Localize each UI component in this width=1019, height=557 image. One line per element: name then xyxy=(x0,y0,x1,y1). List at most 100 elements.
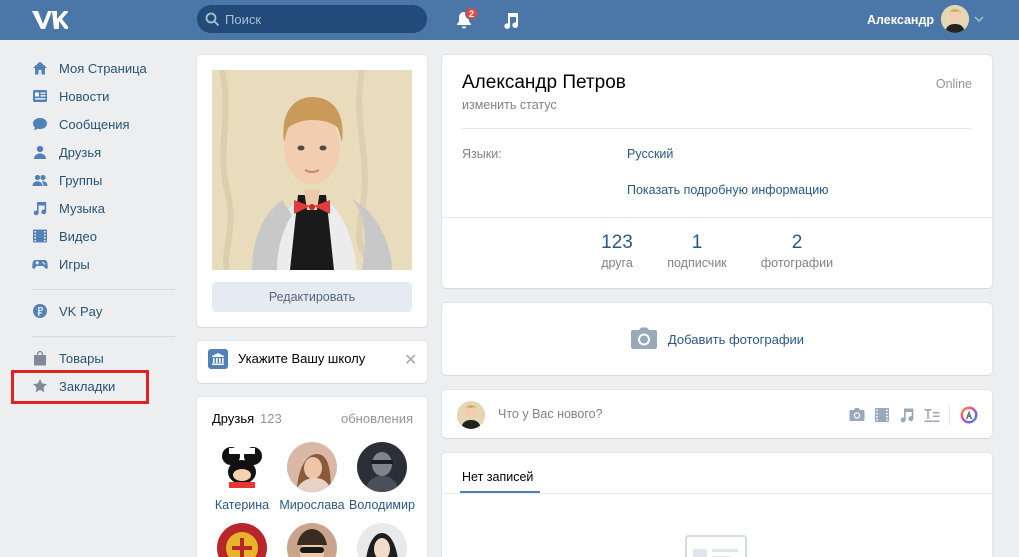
friend-avatar xyxy=(357,442,407,492)
sidebar-item-label: Игры xyxy=(59,256,90,272)
friend-item[interactable] xyxy=(277,523,347,557)
search-input[interactable]: Поиск xyxy=(197,5,427,33)
sidebar-divider xyxy=(32,289,175,290)
friend-avatar xyxy=(217,442,267,492)
sidebar-item-label: Новости xyxy=(59,88,110,104)
languages-label: Языки: xyxy=(462,147,502,161)
close-icon[interactable]: ✕ xyxy=(404,350,417,370)
video-icon xyxy=(33,229,47,243)
sidebar-item-label: Видео xyxy=(59,228,97,244)
sidebar-item-label: VK Pay xyxy=(59,303,103,319)
tab-no-posts[interactable]: Нет записей xyxy=(462,470,533,484)
poster-icon[interactable] xyxy=(960,406,978,424)
profile-photo[interactable] xyxy=(212,70,412,270)
sidebar-item-goods[interactable]: Товары xyxy=(32,347,104,369)
search-placeholder: Поиск xyxy=(225,12,262,27)
sidebar-item-label: Товары xyxy=(59,350,104,366)
camera-icon xyxy=(630,327,657,349)
profile-name: Александр Петров xyxy=(462,72,626,93)
video-icon[interactable] xyxy=(873,406,891,424)
stat-photos[interactable]: 2 фотографии xyxy=(757,232,837,270)
bag-icon xyxy=(34,351,46,366)
new-post-card: Что у Вас нового? xyxy=(442,390,992,438)
friend-avatar xyxy=(287,523,337,557)
wall-card: Нет записей xyxy=(442,453,992,557)
change-status-link[interactable]: изменить статус xyxy=(462,98,557,112)
add-photos-card[interactable]: Добавить фотографии xyxy=(442,303,992,375)
sidebar-item-news[interactable]: Новости xyxy=(32,85,109,107)
top-header: Поиск 2 Александр xyxy=(0,0,1019,40)
empty-wall-icon xyxy=(685,535,747,557)
divider xyxy=(442,493,992,494)
friend-avatar xyxy=(287,442,337,492)
friends-icon xyxy=(34,145,46,159)
sidebar-item-music[interactable]: Музыка xyxy=(32,197,105,219)
friend-avatar xyxy=(217,523,267,557)
profile-info-card: Александр Петров изменить статус Online … xyxy=(442,55,992,288)
stat-label: друга xyxy=(601,256,633,270)
article-icon[interactable] xyxy=(923,406,941,424)
friends-card: Друзья 123 обновления Катерина Мирослава… xyxy=(197,397,427,557)
sidebar-item-friends[interactable]: Друзья xyxy=(32,141,101,163)
vkpay-icon xyxy=(33,304,47,318)
friend-item[interactable]: Катерина xyxy=(207,442,277,512)
friend-name: Володимир xyxy=(349,498,415,512)
friend-item[interactable] xyxy=(347,523,417,557)
groups-icon xyxy=(32,174,48,186)
sidebar-item-label: Моя Страница xyxy=(59,60,147,76)
notifications-badge: 2 xyxy=(465,7,478,20)
stat-value: 1 xyxy=(691,232,703,253)
home-icon xyxy=(33,61,47,75)
sidebar-divider xyxy=(32,336,175,337)
stat-value: 2 xyxy=(791,232,803,253)
stat-label: подписчик xyxy=(667,256,727,270)
languages-value[interactable]: Русский xyxy=(627,147,673,161)
friends-title[interactable]: Друзья xyxy=(212,411,254,426)
friend-avatar xyxy=(357,523,407,557)
friend-item[interactable]: Мирослава xyxy=(277,442,347,512)
profile-photo-card: Редактировать xyxy=(197,55,427,327)
sidebar-item-label: Друзья xyxy=(59,144,102,160)
stat-value: 123 xyxy=(601,232,633,253)
stat-followers[interactable]: 1 подписчик xyxy=(662,232,732,270)
post-avatar xyxy=(457,401,485,429)
sidebar-item-my-page[interactable]: Моя Страница xyxy=(32,57,147,79)
sidebar-item-messages[interactable]: Сообщения xyxy=(32,113,130,135)
sidebar-item-label: Группы xyxy=(59,172,103,188)
chevron-down-icon[interactable] xyxy=(974,15,984,23)
school-card[interactable]: Укажите Вашу школу ✕ xyxy=(197,341,427,383)
news-icon xyxy=(33,90,47,102)
sidebar-item-label: Музыка xyxy=(59,200,105,216)
sidebar-item-games[interactable]: Игры xyxy=(32,253,90,275)
header-avatar[interactable] xyxy=(941,5,969,33)
post-attach-toolbar xyxy=(841,405,978,425)
divider xyxy=(949,405,950,425)
music-icon xyxy=(33,202,47,216)
divider xyxy=(462,128,972,129)
music-player-icon[interactable] xyxy=(502,10,520,30)
friend-item[interactable]: Володимир xyxy=(347,442,417,512)
school-icon xyxy=(208,349,228,369)
search-icon xyxy=(205,12,219,26)
sidebar-item-vkpay[interactable]: VK Pay xyxy=(32,300,102,322)
sidebar-item-video[interactable]: Видео xyxy=(32,225,97,247)
camera-icon[interactable] xyxy=(848,406,866,424)
sidebar-item-groups[interactable]: Группы xyxy=(32,169,102,191)
online-status: Online xyxy=(935,77,972,91)
show-more-info-link[interactable]: Показать подробную информацию xyxy=(627,183,829,197)
edit-profile-button[interactable]: Редактировать xyxy=(212,282,412,312)
school-prompt[interactable]: Укажите Вашу школу xyxy=(238,351,365,366)
header-user-name[interactable]: Александр xyxy=(867,13,934,27)
friends-count: 123 xyxy=(260,411,282,426)
divider xyxy=(442,217,992,218)
friend-name: Катерина xyxy=(214,498,270,512)
games-icon xyxy=(32,260,48,269)
stat-friends[interactable]: 123 друга xyxy=(597,232,637,270)
friends-updates-link[interactable]: обновления xyxy=(341,411,413,426)
friend-item[interactable] xyxy=(207,523,277,557)
add-photos-button[interactable]: Добавить фотографии xyxy=(442,303,992,375)
messages-icon xyxy=(33,118,47,131)
new-post-input[interactable]: Что у Вас нового? xyxy=(498,407,603,421)
vk-logo-icon[interactable] xyxy=(30,8,68,32)
music-icon[interactable] xyxy=(898,406,916,424)
